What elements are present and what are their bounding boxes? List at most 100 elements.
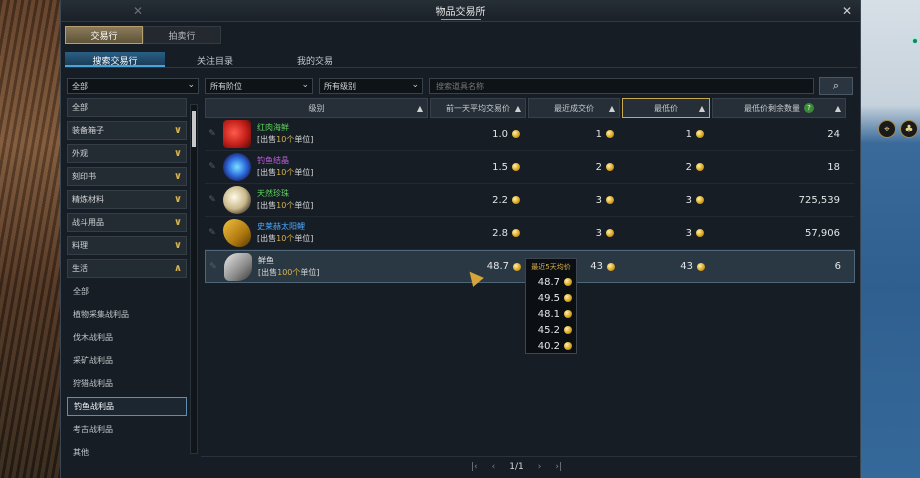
- subtab-search[interactable]: 搜索交易行: [65, 52, 165, 67]
- remaining-qty: 57,906: [805, 227, 840, 239]
- gold-coin-icon: [607, 262, 615, 271]
- item-names: 红肉海鲜 [出售10个单位]: [257, 122, 313, 146]
- subtab-my-trades[interactable]: 我的交易: [265, 52, 365, 67]
- sidebar-subitem[interactable]: 植物采集战利品: [67, 305, 187, 324]
- gold-coin-icon: [606, 196, 614, 204]
- header-avg-price[interactable]: 前一天平均交易价 ▲: [430, 98, 526, 118]
- sort-icon: ▲: [514, 103, 521, 113]
- item-sell-unit: [出售10个单位]: [257, 167, 313, 179]
- gold-coin-icon: [696, 229, 704, 237]
- lowest-price: 43: [680, 261, 693, 272]
- sidebar-item-appearance[interactable]: 外观 ∨: [67, 144, 187, 163]
- remaining-qty: 24: [827, 128, 840, 140]
- sell-prefix: [出售: [257, 234, 277, 243]
- close-button[interactable]: ✕: [842, 4, 852, 18]
- gold-coin-icon: [512, 163, 520, 171]
- gold-coin-icon: [696, 196, 704, 204]
- title-bar: ✕ 物品交易所 ✕: [61, 0, 860, 22]
- item-cell: ✎ 钓鱼结晶 [出售10个单位]: [205, 151, 428, 183]
- search-input[interactable]: [429, 78, 814, 94]
- pin-icon[interactable]: ✎: [205, 129, 219, 139]
- gold-coin-icon: [696, 163, 704, 171]
- table-row[interactable]: ✎ 钓鱼结晶 [出售10个单位] 1.5 2 2 18: [205, 151, 855, 184]
- scrollbar-thumb[interactable]: [192, 111, 196, 147]
- sidebar-subitem[interactable]: 全部: [67, 282, 187, 301]
- table-row[interactable]: ✎ 红肉海鲜 [出售10个单位] 1.0 1 1 24: [205, 118, 855, 151]
- sell-qty: 100个: [277, 267, 301, 277]
- gold-coin-icon: [696, 130, 704, 138]
- sidebar-subitem[interactable]: 采矿战利品: [67, 351, 187, 370]
- header-remaining-qty[interactable]: 最低价剩余数量? ▲: [712, 98, 846, 118]
- next-page-icon[interactable]: ›: [538, 462, 542, 472]
- category-select[interactable]: 全部 ⌄: [67, 78, 199, 94]
- sidebar-subitem-fishing[interactable]: 钓鱼战利品: [67, 397, 187, 416]
- tab-auction[interactable]: 拍卖行: [143, 26, 221, 44]
- table-row[interactable]: ✎ 史莱赫太阳鲤 [出售10个单位] 2.8 3 3 57,906: [205, 217, 855, 250]
- header-label: 最近成交价: [554, 103, 594, 113]
- search-button[interactable]: ⌕: [819, 77, 853, 95]
- item-names: 鲜鱼 [出售100个单位]: [258, 255, 320, 279]
- pin-icon[interactable]: ✎: [206, 262, 220, 272]
- sidebar-item-combat[interactable]: 战斗用品 ∨: [67, 213, 187, 232]
- sidebar-subitem[interactable]: 考古战利品: [67, 420, 187, 439]
- header-recent-price[interactable]: 最近成交价 ▲: [528, 98, 620, 118]
- pearl-icon: [223, 186, 251, 214]
- tooltip-value: 48.1: [530, 306, 572, 322]
- item-sell-unit: [出售10个单位]: [257, 134, 313, 146]
- meat-icon: [223, 120, 251, 148]
- grade-select[interactable]: 所有级别 ⌄: [319, 78, 423, 94]
- avg-price: 2.2: [492, 194, 508, 206]
- background-scenery-left: [0, 0, 62, 478]
- background-close-icon: ✕: [133, 4, 144, 18]
- chevron-down-icon: ∨: [173, 171, 182, 182]
- recent-price-cell: 2: [528, 151, 620, 183]
- table-row[interactable]: ✎ 天然珍珠 [出售10个单位] 2.2 3 3 725,539: [205, 184, 855, 217]
- tab-exchange[interactable]: 交易行: [65, 26, 143, 44]
- fresh-fish-icon: [224, 252, 252, 281]
- pagination: |‹ ‹ 1/1 › ›|: [471, 462, 562, 472]
- sidebar-scrollbar[interactable]: [190, 104, 198, 454]
- sort-icon: ▲: [416, 103, 423, 113]
- recent-price: 1: [595, 128, 602, 140]
- sidebar-item-life[interactable]: 生活 ∧: [67, 259, 187, 278]
- hud-group-icon[interactable]: ♣: [900, 120, 918, 138]
- lowest-price-cell: 1: [622, 118, 710, 150]
- sidebar-item-all[interactable]: 全部: [67, 98, 187, 117]
- sidebar-item-cooking[interactable]: 料理 ∨: [67, 236, 187, 255]
- remaining-qty-cell: 24: [712, 118, 846, 150]
- chevron-up-icon: ∧: [173, 263, 182, 274]
- sell-suffix: 单位]: [294, 234, 314, 243]
- gold-coin-icon: [606, 163, 614, 171]
- hud-target-icon[interactable]: ⌖: [878, 120, 896, 138]
- sidebar-item-engraving[interactable]: 刻印书 ∨: [67, 167, 187, 186]
- header-label: 最低价: [654, 103, 678, 113]
- tier-select[interactable]: 所有阶位 ⌄: [205, 78, 313, 94]
- background-minimap-right: ⌖ ♣: [860, 0, 920, 478]
- subtab-watchlist[interactable]: 关注目录: [165, 52, 265, 67]
- sidebar-item-refining[interactable]: 精炼材料 ∨: [67, 190, 187, 209]
- first-page-icon[interactable]: |‹: [471, 462, 478, 472]
- last-page-icon[interactable]: ›|: [555, 462, 562, 472]
- trade-window: ✕ 物品交易所 ✕ 交易行 拍卖行 搜索交易行 关注目录 我的交易 全部 ⌄ 所…: [60, 0, 861, 478]
- tooltip-value: 45.2: [530, 322, 572, 338]
- sidebar-item-label: 装备箱子: [72, 126, 104, 135]
- help-icon[interactable]: ?: [804, 103, 814, 113]
- sidebar-subitem[interactable]: 狩猎战利品: [67, 374, 187, 393]
- prev-page-icon[interactable]: ‹: [492, 462, 496, 472]
- sidebar-item-label: 战斗用品: [72, 218, 104, 227]
- avg-price: 1.0: [492, 128, 508, 140]
- pin-icon[interactable]: ✎: [205, 228, 219, 238]
- sidebar-item-label: 精炼材料: [72, 195, 104, 204]
- item-cell: ✎ 鲜鱼 [出售100个单位]: [206, 251, 429, 282]
- tooltip-value: 40.2: [530, 338, 572, 354]
- header-lowest-price[interactable]: 最低价 ▲: [622, 98, 710, 118]
- tooltip-title: 最近5天均价: [531, 263, 571, 271]
- item-names: 钓鱼结晶 [出售10个单位]: [257, 155, 313, 179]
- pin-icon[interactable]: ✎: [205, 195, 219, 205]
- sidebar-subitem[interactable]: 伐木战利品: [67, 328, 187, 347]
- pin-icon[interactable]: ✎: [205, 162, 219, 172]
- remaining-qty-cell: 6: [713, 251, 847, 282]
- sidebar-subitem[interactable]: 其他: [67, 443, 187, 462]
- sidebar-item-equipment-box[interactable]: 装备箱子 ∨: [67, 121, 187, 140]
- header-grade[interactable]: 级别 ▲: [205, 98, 428, 118]
